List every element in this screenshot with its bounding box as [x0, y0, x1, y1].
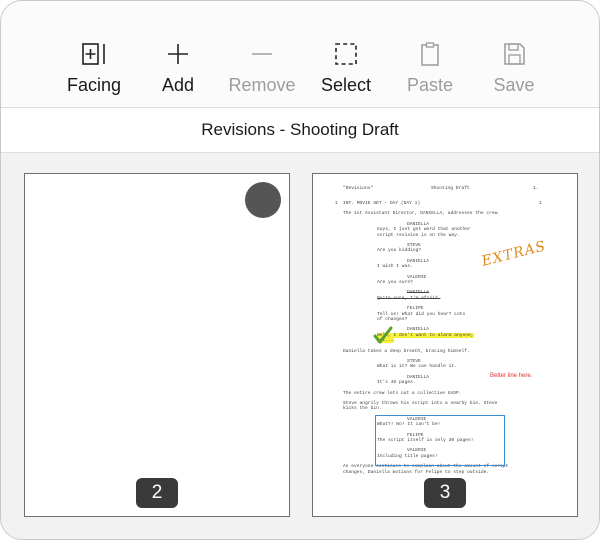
- script-line: Tell us! What did you hear? Lots of chan…: [377, 311, 466, 322]
- script-page-content: "Revisions" Shooting Draft 1. 1 1 INT. M…: [313, 174, 577, 516]
- check-mark-icon: [373, 326, 393, 344]
- plus-icon: [133, 39, 223, 69]
- clipboard-icon: [385, 39, 475, 69]
- save-label: Save: [493, 75, 535, 95]
- script-line: Are you sure?: [377, 280, 413, 285]
- script-line: Guys, I just got word that another scrip…: [377, 227, 471, 238]
- remove-button[interactable]: Remove: [217, 39, 307, 96]
- scene-number-right: 1: [539, 201, 542, 206]
- scene-number-left: 1: [335, 201, 338, 206]
- document-title: Revisions - Shooting Draft: [1, 107, 599, 153]
- add-button[interactable]: Add: [133, 39, 223, 96]
- script-line: Are you kidding?: [377, 248, 422, 254]
- select-icon: [301, 39, 391, 69]
- page-marker-dot: [245, 182, 281, 218]
- minus-icon: [217, 39, 307, 69]
- script-line: The entire crew lets out a collective GA…: [343, 390, 462, 396]
- select-button[interactable]: Select: [301, 39, 391, 96]
- page-grid: 2 "Revisions" Shooting Draft 1. 1 1 INT.…: [1, 153, 599, 539]
- script-header-title: Shooting Draft: [431, 186, 470, 191]
- script-line: The 1st Assistant Director, DANIELLA, ad…: [343, 211, 501, 217]
- page-number-badge: 2: [136, 478, 178, 508]
- facing-button[interactable]: Facing: [49, 39, 139, 96]
- save-button[interactable]: Save: [469, 39, 559, 96]
- paste-label: Paste: [406, 75, 454, 95]
- remove-label: Remove: [228, 75, 296, 95]
- floppy-icon: [469, 39, 559, 69]
- annotation-box: [375, 415, 505, 466]
- script-header-left: "Revisions": [343, 186, 374, 191]
- page-thumbnail-3[interactable]: "Revisions" Shooting Draft 1. 1 1 INT. M…: [312, 173, 578, 517]
- toolbar: Facing Add Remove Select Paste Save: [1, 1, 599, 107]
- facing-label: Facing: [66, 75, 122, 95]
- annotation-note: Better line here.: [490, 373, 533, 379]
- script-line: What is it? We can handle it.: [377, 364, 457, 370]
- annotation-extras: EXTRAS: [480, 238, 548, 270]
- script-line: INT. MOVIE SET - DAY (DAY 1): [343, 201, 421, 206]
- add-label: Add: [161, 75, 195, 95]
- script-line: Steve angrily throws his script into a n…: [343, 401, 498, 412]
- app-window: Facing Add Remove Select Paste Save Revi…: [0, 0, 600, 540]
- page-thumbnail-2[interactable]: 2: [24, 173, 290, 517]
- script-line: It's 36 pages.: [377, 380, 416, 386]
- script-line: Quite sure, I'm afraid.: [377, 295, 441, 301]
- select-label: Select: [320, 75, 372, 95]
- page-number-badge: 3: [424, 478, 466, 508]
- script-line: I wish I was.: [377, 264, 413, 270]
- facing-icon: [49, 39, 139, 69]
- script-line: Daniella takes a deep breath, bracing hi…: [343, 348, 470, 354]
- script-header-page: 1.: [533, 186, 539, 191]
- paste-button[interactable]: Paste: [385, 39, 475, 96]
